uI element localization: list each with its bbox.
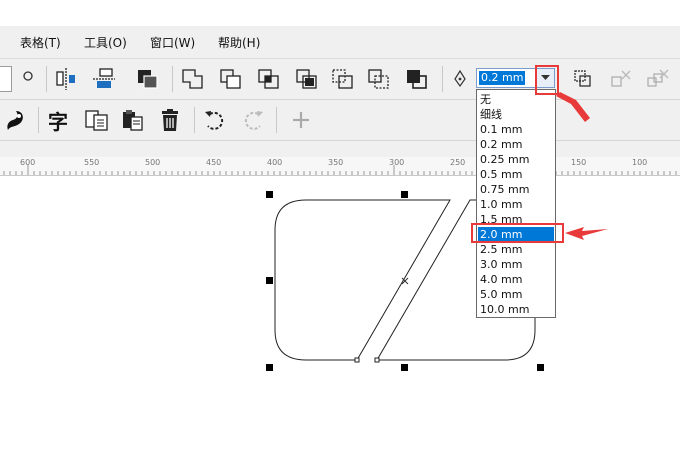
arrow-icon	[556, 92, 590, 122]
annotation-arrows	[556, 92, 608, 240]
arrow-icon	[565, 227, 608, 240]
